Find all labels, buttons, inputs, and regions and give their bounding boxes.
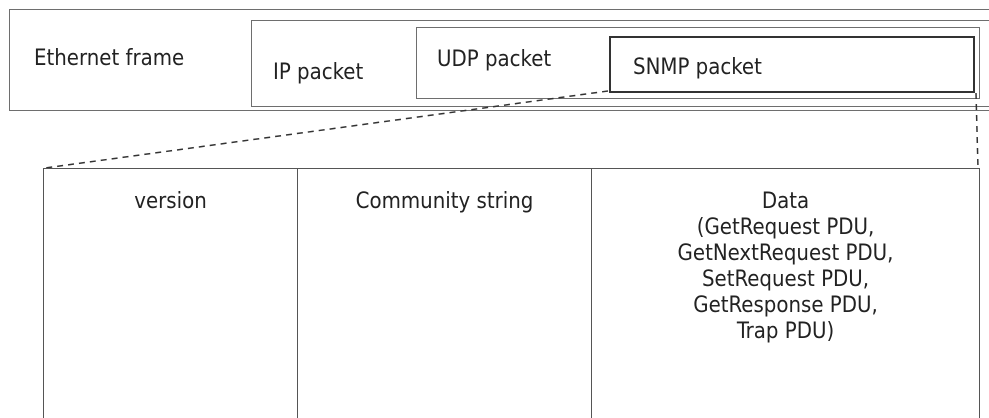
data-item-trap: Trap PDU) [736,319,835,344]
ip-packet-label: IP packet [273,60,364,85]
ethernet-frame-label: Ethernet frame [34,46,185,71]
snmp-packet-structure: version Community string Data (GetReques… [43,168,980,418]
version-field-label: version [134,189,207,214]
community-string-field-label: Community string [355,189,534,214]
udp-packet-label: UDP packet [437,47,552,72]
version-field: version [44,169,298,418]
community-string-field: Community string [298,169,592,418]
data-item-getrequest: (GetRequest PDU, [696,215,875,240]
data-item-setrequest: SetRequest PDU, [701,267,870,292]
data-item-getresponse: GetResponse PDU, [693,293,878,318]
data-item-getnextrequest: GetNextRequest PDU, [677,241,894,266]
snmp-packet-label: SNMP packet [633,55,762,80]
data-field: Data (GetRequest PDU, GetNextRequest PDU… [592,169,979,418]
data-field-title: Data [761,189,810,214]
